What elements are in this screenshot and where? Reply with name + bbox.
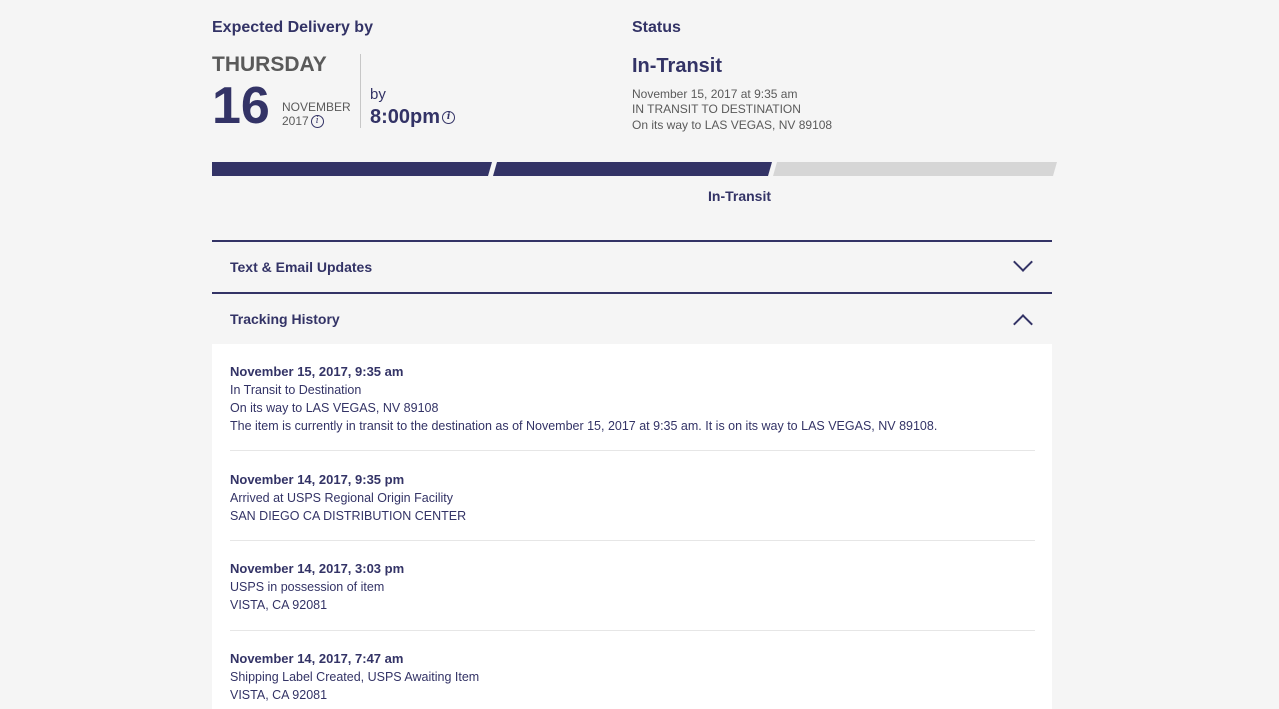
chevron-down-icon[interactable] <box>1013 252 1033 272</box>
expected-delivery-title: Expected Delivery by <box>212 19 373 36</box>
status-detail: IN TRANSIT TO DESTINATION <box>632 102 801 116</box>
history-detail: On its way to LAS VEGAS, NV 89108 <box>230 401 439 415</box>
progress-step <box>773 162 1057 176</box>
delivery-month: NOVEMBER <box>282 100 351 114</box>
history-detail: The item is currently in transit to the … <box>230 419 938 433</box>
progress-step <box>212 162 492 176</box>
history-item: November 14, 2017, 3:03 pm USPS in posse… <box>230 560 1035 614</box>
delivery-time: 8:00pm <box>370 106 441 128</box>
history-detail: Arrived at USPS Regional Origin Facility <box>230 491 453 505</box>
delivery-date: 16 <box>212 77 270 135</box>
text-email-updates-accordion[interactable]: Text & Email Updates <box>212 240 1052 293</box>
accordion-label: Text & Email Updates <box>230 259 373 275</box>
progress-step <box>493 162 772 176</box>
progress-bar <box>212 162 1057 176</box>
history-detail: USPS in possession of item <box>230 580 385 594</box>
history-detail: In Transit to Destination <box>230 383 362 397</box>
tracking-history-list: November 15, 2017, 9:35 am In Transit to… <box>212 344 1052 709</box>
history-item: November 14, 2017, 7:47 am Shipping Labe… <box>230 650 1035 704</box>
history-item: November 14, 2017, 9:35 pm Arrived at US… <box>230 471 1035 525</box>
status-value: In-Transit <box>632 55 723 77</box>
accordion-label: Tracking History <box>230 311 340 327</box>
info-icon[interactable]: i <box>442 111 456 125</box>
history-date: November 14, 2017, 3:03 pm <box>230 561 405 576</box>
progress-label: In-Transit <box>708 188 772 204</box>
tracking-page: Expected Delivery by THURSDAY 16 NOVEMBE… <box>0 0 1279 709</box>
history-detail: VISTA, CA 92081 <box>230 688 328 702</box>
status-detail: November 15, 2017 at 9:35 am <box>632 87 798 101</box>
status-detail: On its way to LAS VEGAS, NV 89108 <box>632 118 833 132</box>
divider <box>230 450 1035 451</box>
history-detail: SAN DIEGO CA DISTRIBUTION CENTER <box>230 509 467 523</box>
status-title: Status <box>632 19 681 36</box>
delivery-year-wrap: 2017 i <box>282 114 324 129</box>
history-date: November 14, 2017, 9:35 pm <box>230 472 405 487</box>
delivery-year: 2017 <box>282 114 309 128</box>
history-date: November 15, 2017, 9:35 am <box>230 364 404 379</box>
history-date: November 14, 2017, 7:47 am <box>230 651 404 666</box>
divider <box>360 54 361 128</box>
tracking-history-accordion[interactable]: Tracking History <box>212 292 1052 345</box>
divider <box>230 630 1035 631</box>
history-detail: VISTA, CA 92081 <box>230 598 328 612</box>
chevron-up-icon[interactable] <box>1013 314 1033 334</box>
delivery-day: THURSDAY <box>212 53 327 76</box>
history-item: November 15, 2017, 9:35 am In Transit to… <box>230 363 1035 435</box>
divider <box>230 540 1035 541</box>
delivery-by-label: by <box>370 86 386 103</box>
delivery-time-wrap: 8:00pm i <box>370 106 456 129</box>
info-icon[interactable]: i <box>310 115 324 129</box>
history-detail: Shipping Label Created, USPS Awaiting It… <box>230 670 480 684</box>
